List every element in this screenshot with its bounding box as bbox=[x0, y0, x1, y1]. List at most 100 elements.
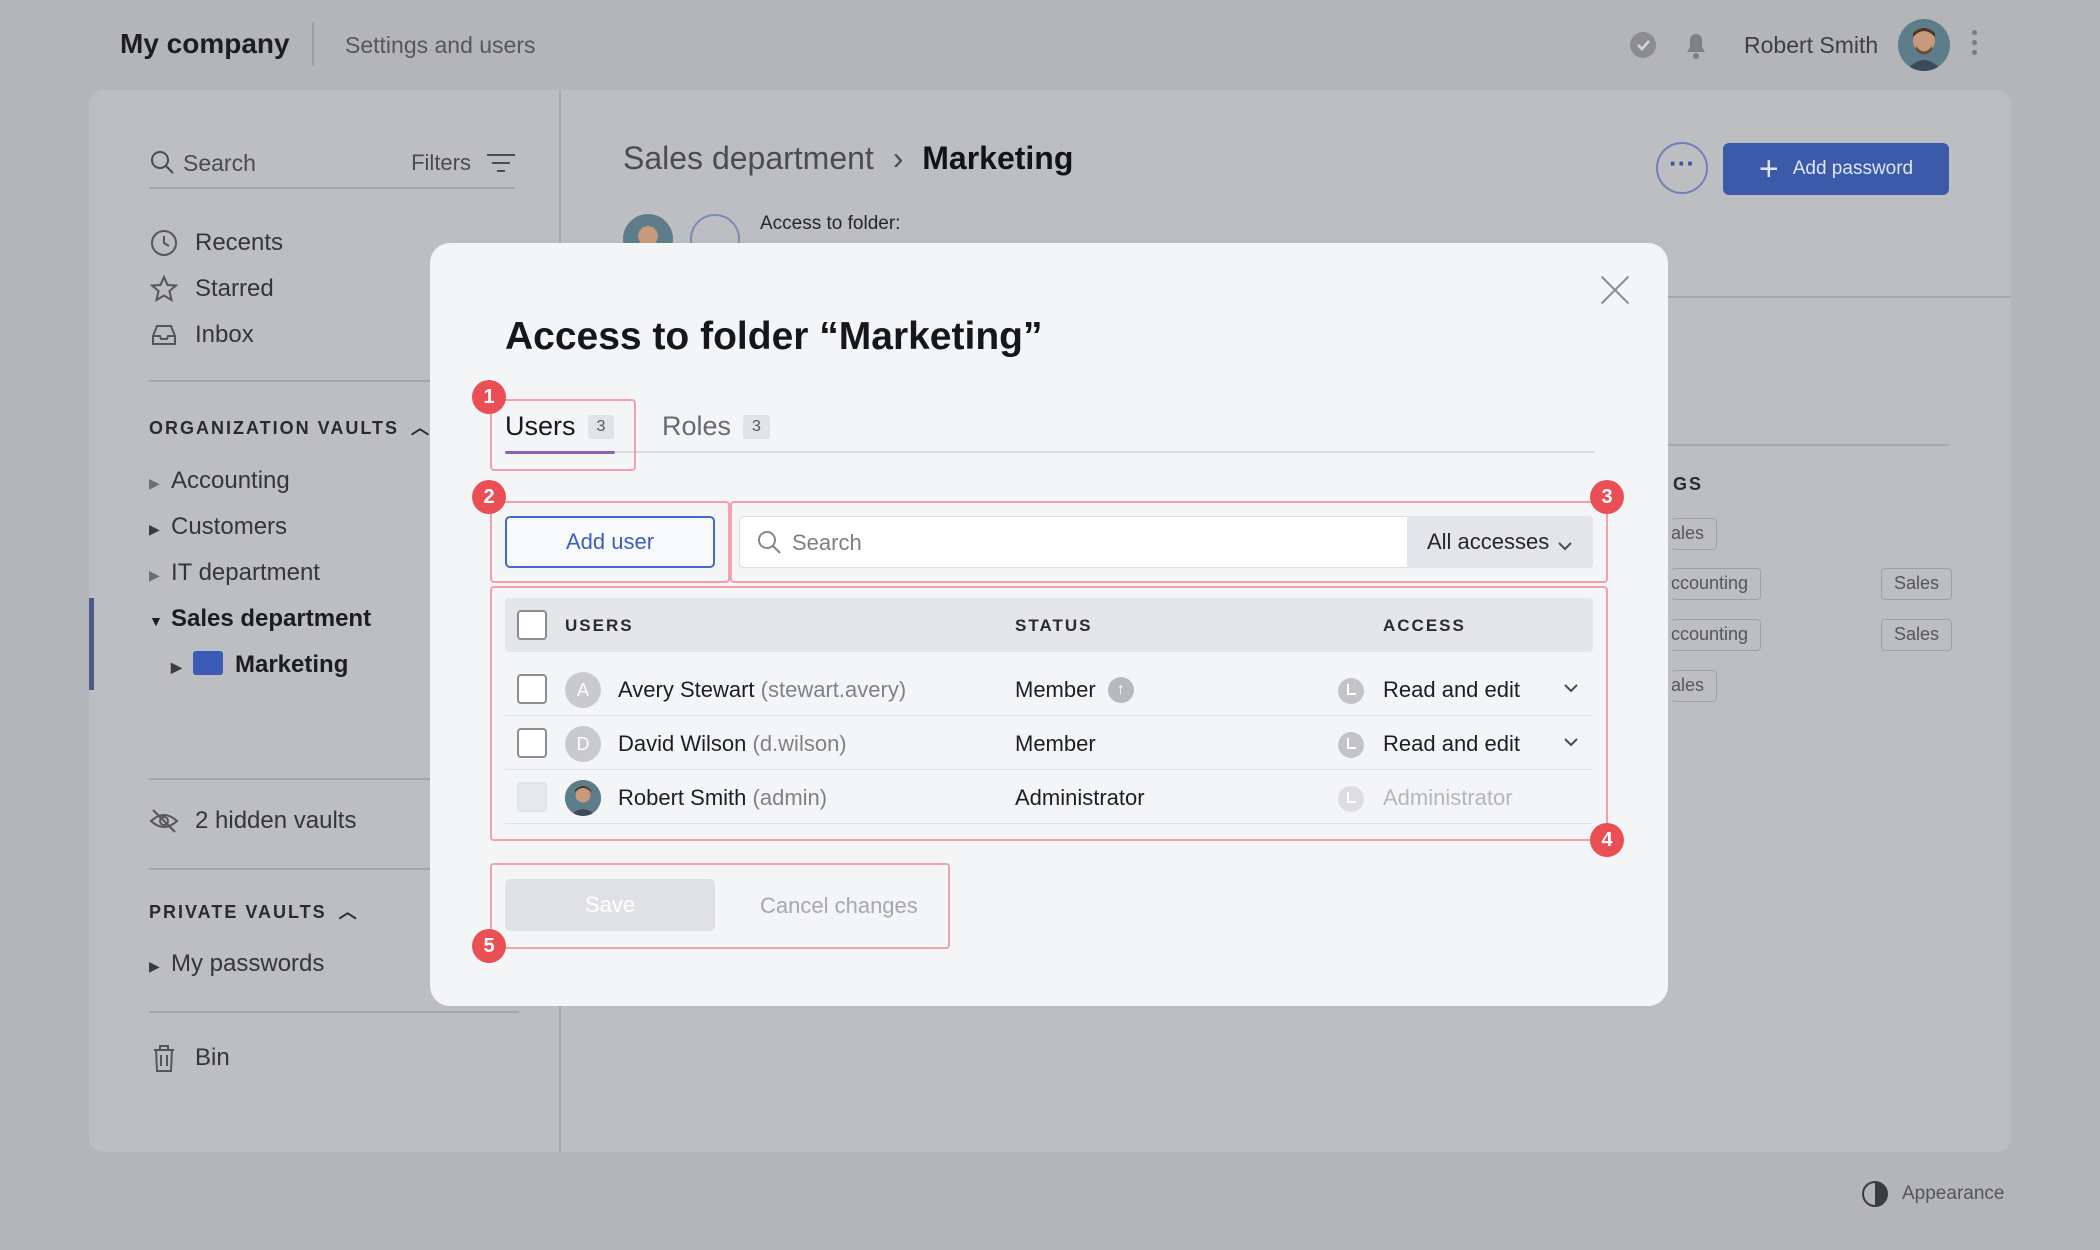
chevron-up-icon[interactable]: ︿ bbox=[411, 414, 431, 440]
caret-right-icon[interactable]: ▶ bbox=[171, 659, 193, 676]
nav-label: Starred bbox=[195, 275, 274, 302]
avatar[interactable] bbox=[1898, 19, 1950, 71]
column-header-access[interactable]: ACCESS bbox=[1383, 616, 1466, 636]
search-input[interactable]: Search bbox=[739, 516, 1407, 568]
org-vaults-header[interactable]: ORGANIZATION VAULTS ︿ bbox=[149, 414, 431, 440]
tag[interactable]: ccounting bbox=[1671, 568, 1762, 600]
tab-roles[interactable]: Roles 3 bbox=[662, 411, 770, 442]
caret-right-icon[interactable]: ▶ bbox=[149, 567, 171, 584]
avatar: D bbox=[565, 726, 601, 762]
highlight-tabs bbox=[490, 399, 636, 471]
access-select[interactable]: Read and edit bbox=[1383, 677, 1520, 703]
table-row: A Avery Stewart (stewart.avery) Member ↑ … bbox=[505, 662, 1593, 716]
user-name[interactable]: Robert Smith bbox=[1744, 32, 1878, 59]
vault-label: My passwords bbox=[171, 950, 325, 977]
divider bbox=[312, 22, 314, 66]
column-header-status[interactable]: STATUS bbox=[1015, 616, 1092, 636]
user-name: David Wilson (d.wilson) bbox=[618, 731, 847, 757]
chevron-down-icon[interactable] bbox=[1563, 735, 1579, 753]
arrow-up-icon[interactable]: ↑ bbox=[1107, 677, 1134, 703]
tags-heading: GS bbox=[1673, 474, 1704, 494]
close-icon[interactable] bbox=[1600, 275, 1630, 305]
caret-right-icon[interactable]: ▶ bbox=[149, 521, 171, 538]
vault-label: IT department bbox=[171, 559, 320, 586]
caret-right-icon[interactable]: ▶ bbox=[149, 958, 171, 975]
company-name[interactable]: My company bbox=[120, 28, 290, 60]
vault-item-sales[interactable]: ▼ Sales department bbox=[149, 605, 371, 633]
avatar: A bbox=[565, 672, 601, 708]
tag[interactable]: Sales bbox=[1881, 619, 1953, 651]
row-checkbox[interactable] bbox=[517, 728, 547, 758]
nav-starred[interactable]: Starred bbox=[149, 274, 274, 304]
user-fullname: Robert Smith bbox=[618, 785, 747, 810]
save-button[interactable]: Save bbox=[505, 879, 715, 931]
divider bbox=[1663, 444, 1949, 446]
chevron-down-icon[interactable] bbox=[1563, 681, 1579, 699]
filters-button[interactable]: Filters bbox=[411, 150, 471, 176]
appearance-toggle[interactable]: Appearance bbox=[1862, 1181, 2004, 1207]
top-bar: My company Settings and users Robert Smi… bbox=[0, 0, 2100, 90]
user-fullname: Avery Stewart bbox=[618, 677, 755, 702]
table-row: Robert Smith (admin) Administrator Admin… bbox=[505, 770, 1593, 824]
add-user-button[interactable]: Add user bbox=[505, 516, 715, 568]
modal-title: Access to folder “Marketing” bbox=[505, 315, 1043, 358]
appearance-label: Appearance bbox=[1902, 1183, 2005, 1204]
check-circle-icon[interactable] bbox=[1630, 32, 1656, 58]
search-placeholder: Search bbox=[792, 530, 862, 555]
sidebar-search[interactable]: Search Filters bbox=[149, 145, 515, 189]
search-icon bbox=[149, 149, 175, 180]
folder-item-marketing[interactable]: ▶ Marketing bbox=[171, 651, 348, 679]
breadcrumb-parent[interactable]: Sales department bbox=[623, 140, 874, 176]
add-password-button[interactable]: + Add password bbox=[1723, 143, 1949, 195]
nav-inbox[interactable]: Inbox bbox=[149, 320, 254, 350]
section-title: PRIVATE VAULTS bbox=[149, 902, 327, 922]
callout-badge: 4 bbox=[1590, 823, 1624, 857]
count-badge: 3 bbox=[743, 414, 770, 439]
vault-item-accounting[interactable]: ▶ Accounting bbox=[149, 467, 290, 495]
access-level-icon bbox=[1338, 678, 1364, 704]
vault-label: Accounting bbox=[171, 467, 290, 494]
access-filter-dropdown[interactable]: All accesses bbox=[1407, 516, 1593, 568]
private-vaults-header[interactable]: PRIVATE VAULTS ︿ bbox=[149, 898, 359, 924]
user-login: (stewart.avery) bbox=[760, 677, 907, 702]
more-actions-button[interactable]: ··· bbox=[1656, 142, 1708, 194]
vault-item-my-passwords[interactable]: ▶ My passwords bbox=[149, 950, 324, 978]
hidden-vaults-label: 2 hidden vaults bbox=[195, 807, 357, 834]
tag[interactable]: ccounting bbox=[1671, 619, 1762, 651]
hidden-vaults-link[interactable]: 2 hidden vaults bbox=[149, 806, 356, 836]
select-all-checkbox[interactable] bbox=[517, 610, 547, 640]
caret-down-icon[interactable]: ▼ bbox=[149, 613, 171, 629]
tag[interactable]: Sales bbox=[1881, 568, 1953, 600]
nav-recents[interactable]: Recents bbox=[149, 228, 283, 258]
tag[interactable]: ales bbox=[1671, 670, 1718, 702]
table-row: D David Wilson (d.wilson) Member Read an… bbox=[505, 716, 1593, 770]
search-icon bbox=[756, 529, 782, 560]
nav-bin[interactable]: Bin bbox=[149, 1043, 230, 1073]
search-input[interactable]: Search bbox=[183, 150, 256, 177]
more-vertical-icon[interactable] bbox=[1972, 30, 1978, 60]
plus-icon: + bbox=[1758, 149, 1779, 188]
cancel-changes-button[interactable]: Cancel changes bbox=[760, 893, 918, 919]
vault-item-it[interactable]: ▶ IT department bbox=[149, 559, 320, 587]
chevron-up-icon[interactable]: ︿ bbox=[339, 898, 359, 924]
tab-label: Roles bbox=[662, 411, 732, 441]
user-login: (d.wilson) bbox=[752, 731, 847, 756]
callout-badge: 1 bbox=[472, 380, 506, 414]
bell-icon[interactable] bbox=[1683, 30, 1709, 65]
tab-bar: Users 3 Roles 3 bbox=[505, 411, 1595, 454]
row-checkbox[interactable] bbox=[517, 674, 547, 704]
folder-label: Marketing bbox=[235, 651, 349, 678]
caret-right-icon[interactable]: ▶ bbox=[149, 475, 171, 492]
section-title[interactable]: Settings and users bbox=[345, 32, 536, 59]
table-header: USERS STATUS ACCESS bbox=[505, 598, 1593, 652]
breadcrumb-current: Marketing bbox=[922, 140, 1074, 176]
column-header-users[interactable]: USERS bbox=[565, 616, 634, 636]
access-label: Access to folder: bbox=[760, 213, 901, 234]
access-select[interactable]: Read and edit bbox=[1383, 731, 1520, 757]
filter-icon[interactable] bbox=[487, 153, 515, 178]
vault-item-customers[interactable]: ▶ Customers bbox=[149, 513, 287, 541]
folder-icon bbox=[193, 651, 223, 675]
user-name: Avery Stewart (stewart.avery) bbox=[618, 677, 906, 703]
tag[interactable]: ales bbox=[1671, 518, 1718, 550]
status-text: Member bbox=[1015, 677, 1096, 702]
